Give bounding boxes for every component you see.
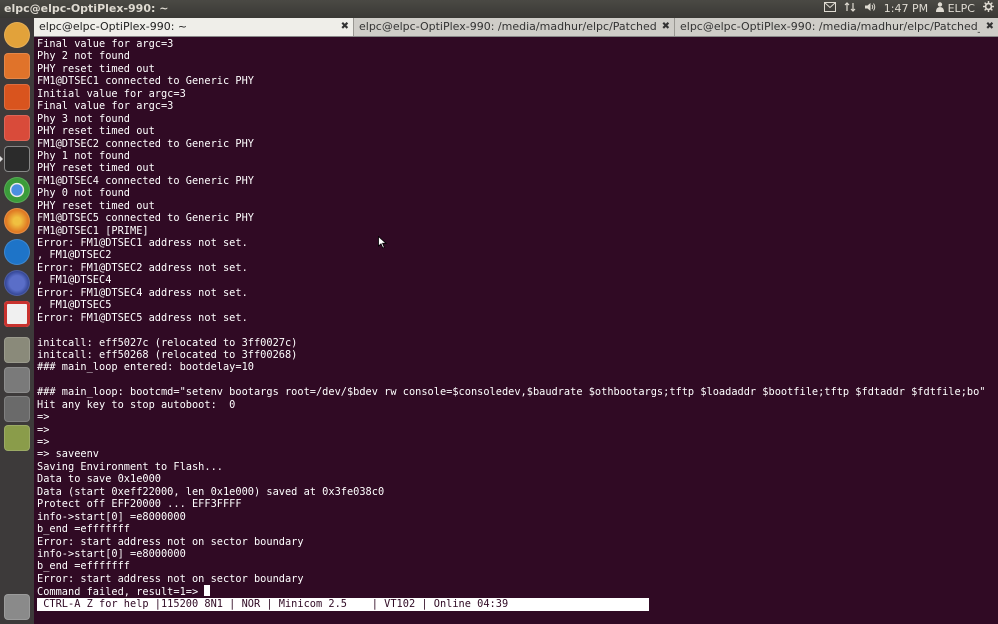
terminal-line: Error: FM1@DTSEC4 address not set. [37, 286, 248, 299]
terminal-line: Error: FM1@DTSEC1 address not set. [37, 237, 248, 249]
help-icon[interactable] [4, 367, 30, 393]
files-icon[interactable] [4, 53, 30, 79]
close-tab-icon[interactable]: ✖ [662, 18, 670, 36]
terminal-line: Phy 0 not found [37, 187, 130, 200]
terminal-line: b_end =efffffff [37, 523, 130, 536]
terminal-line: Hit any key to stop autoboot: 0 [37, 398, 236, 411]
terminal-prompt-line: Command failed, result=1=> [37, 585, 998, 599]
terminal-line: FM1@DTSEC5 connected to Generic PHY [37, 212, 254, 225]
terminal-line: Data to save 0x1e000 [37, 473, 161, 486]
terminal-tab-bar: elpc@elpc-OptiPlex-990: ~ ✖ elpc@elpc-Op… [34, 18, 998, 37]
terminal-lines: Final value for argc=3 Phy 2 not found PHY… [37, 38, 998, 598]
prompt-text: Command failed, result=1=> [37, 586, 205, 599]
usb-drive-icon[interactable] [4, 425, 30, 451]
top-panel: elpc@elpc-OptiPlex-990: ~ 1:47 PM ELPC [0, 0, 998, 18]
terminal-line: , FM1@DTSEC2 [37, 249, 112, 262]
terminal-line: Protect off EFF20000 ... EFF3FFFF [37, 498, 242, 511]
terminal-line: PHY reset timed out [37, 62, 155, 75]
terminal-line: PHY reset timed out [37, 199, 155, 212]
session-gear-icon[interactable] [983, 0, 994, 18]
terminal-line: Final value for argc=3 [37, 100, 174, 113]
terminal-line: Phy 2 not found [37, 50, 130, 63]
terminal-line: b_end =efffffff [37, 560, 130, 573]
terminal-line: Error: start address not on sector bound… [37, 572, 304, 585]
tab-patched-uboot-1[interactable]: elpc@elpc-OptiPlex-990: /media/madhur/el… [354, 18, 675, 36]
software-center-icon[interactable] [4, 84, 30, 110]
document-viewer-icon[interactable] [4, 301, 30, 327]
terminal-line: PHY reset timed out [37, 125, 155, 138]
terminal-line: => [37, 436, 50, 448]
close-tab-icon[interactable]: ✖ [986, 18, 994, 36]
tab-home[interactable]: elpc@elpc-OptiPlex-990: ~ ✖ [34, 18, 354, 36]
clock[interactable]: 1:47 PM [884, 0, 928, 18]
terminal-line: , FM1@DTSEC5 [37, 299, 112, 312]
user-name: ELPC [947, 2, 975, 15]
eclipse-icon[interactable] [4, 270, 30, 296]
terminal-line: PHY reset timed out [37, 162, 155, 175]
volume-icon[interactable] [864, 0, 876, 18]
user-icon [936, 0, 945, 18]
terminal-line: Error: FM1@DTSEC2 address not set. [37, 261, 248, 274]
calculator-icon[interactable] [4, 337, 30, 363]
terminal-line: initcall: eff50268 (relocated to 3ff0026… [37, 348, 298, 361]
terminal-line: Error: FM1@DTSEC5 address not set. [37, 311, 248, 324]
teamviewer-icon[interactable] [4, 239, 30, 265]
terminal-line: Saving Environment to Flash... [37, 460, 223, 473]
mail-icon[interactable] [823, 0, 836, 18]
chrome-icon[interactable] [4, 177, 30, 203]
indicator-area: 1:47 PM ELPC [823, 0, 994, 18]
tab-label: elpc@elpc-OptiPlex-990: /media/madhur/el… [680, 20, 980, 33]
terminal-line: FM1@DTSEC4 connected to Generic PHY [37, 174, 254, 187]
workspace-switcher-icon[interactable] [4, 396, 30, 422]
network-icon[interactable] [844, 0, 856, 18]
terminal-line: initcall: eff5027c (relocated to 3ff0027… [37, 336, 298, 349]
terminal-line: FM1@DTSEC2 connected to Generic PHY [37, 137, 254, 150]
terminal-line: FM1@DTSEC1 [PRIME] [37, 224, 149, 237]
terminal-line: info->start[0] =e8000000 [37, 510, 186, 523]
minicom-status-bar: CTRL-A Z for help |115200 8N1 | NOR | Mi… [37, 598, 649, 611]
terminal-line: Initial value for argc=3 [37, 87, 186, 100]
terminal-bottom [34, 613, 998, 624]
terminal-line: info->start[0] =e8000000 [37, 547, 186, 560]
terminal-line: => [37, 423, 50, 436]
dash-home-icon[interactable] [4, 22, 30, 48]
text-cursor [204, 585, 211, 597]
unity-launcher [0, 18, 35, 624]
mouse-pointer-icon [378, 234, 388, 253]
trash-icon[interactable] [4, 594, 30, 620]
terminal-line: Data (start 0xeff22000, len 0x1e000) sav… [37, 485, 385, 498]
tab-label: elpc@elpc-OptiPlex-990: /media/madhur/el… [359, 20, 656, 33]
terminal-output[interactable]: Final value for argc=3 Phy 2 not found PHY… [34, 37, 998, 613]
window-title: elpc@elpc-OptiPlex-990: ~ [4, 2, 169, 15]
terminal-line: Error: start address not on sector bound… [37, 535, 304, 548]
terminal-line: Phy 3 not found [37, 112, 130, 125]
terminal-line: ### main_loop entered: bootdelay=10 [37, 361, 254, 374]
tab-label: elpc@elpc-OptiPlex-990: ~ [39, 20, 188, 33]
terminal-line: => saveenv [37, 448, 99, 461]
tab-patched-uboot-2[interactable]: elpc@elpc-OptiPlex-990: /media/madhur/el… [675, 18, 998, 36]
terminal-icon[interactable] [0, 146, 30, 172]
terminal-line: , FM1@DTSEC4 [37, 274, 112, 287]
terminal-line: ### main_loop: bootcmd="setenv bootargs … [37, 386, 986, 399]
terminal-line: Final value for argc=3 [37, 38, 174, 50]
terminal-line: => [37, 411, 50, 424]
user-menu[interactable]: ELPC [936, 0, 975, 18]
system-settings-icon[interactable] [4, 115, 30, 141]
firefox-icon[interactable] [4, 208, 30, 234]
close-tab-icon[interactable]: ✖ [341, 18, 349, 36]
terminal-line: FM1@DTSEC1 connected to Generic PHY [37, 75, 254, 88]
terminal-line: Phy 1 not found [37, 149, 130, 162]
